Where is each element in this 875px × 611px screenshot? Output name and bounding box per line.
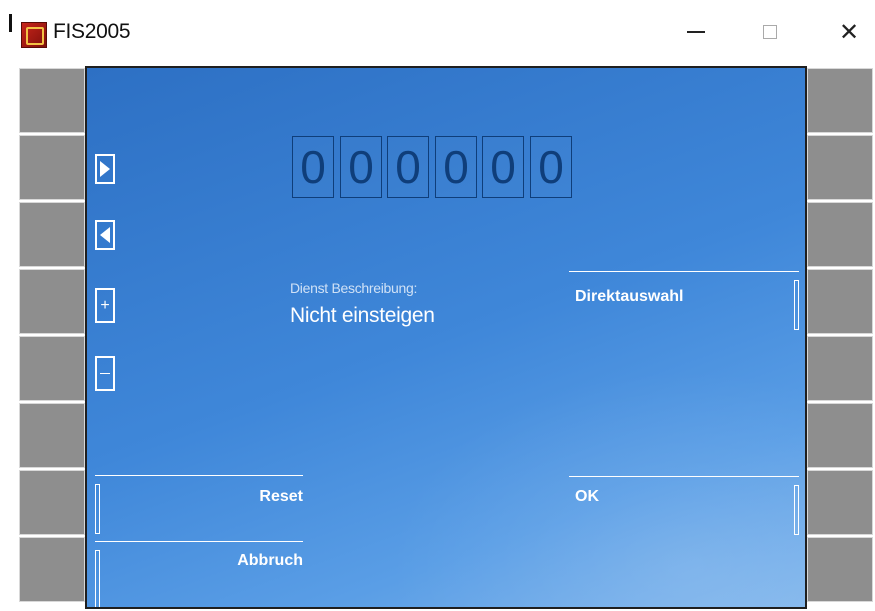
left-softkey-8[interactable] [19,537,85,602]
abbruch-button[interactable]: Abbruch [95,541,303,607]
right-softkey-4[interactable] [807,269,873,334]
left-softkey-6[interactable] [19,403,85,468]
left-softkey-column [19,68,87,611]
reset-button[interactable]: Reset [95,475,303,537]
button-edge-bar [794,485,799,535]
left-softkey-1[interactable] [19,68,85,133]
button-edge-bar [95,550,100,607]
minus-icon [100,373,110,374]
main-display-panel: + 0 0 0 0 0 0 Dienst Beschreibung: Nicht… [87,68,807,607]
button-edge-bar [794,280,799,330]
window-title: FIS2005 [53,20,131,43]
plus-icon: + [100,296,110,314]
decrement-button[interactable] [95,356,115,391]
left-softkey-3[interactable] [19,202,85,267]
left-softkey-7[interactable] [19,470,85,535]
app-icon [21,22,47,48]
button-edge-bar [95,484,100,534]
right-softkey-column [807,68,875,611]
digit-6[interactable]: 0 [530,136,572,198]
window-edge [9,14,12,32]
right-softkey-2[interactable] [807,135,873,200]
close-button[interactable]: ✕ [826,12,872,52]
service-description-label: Dienst Beschreibung: [290,280,418,296]
direktauswahl-label: Direktauswahl [575,288,684,305]
digit-3[interactable]: 0 [387,136,429,198]
ok-label: OK [575,488,599,505]
right-softkey-1[interactable] [807,68,873,133]
right-softkey-8[interactable] [807,537,873,602]
title-bar: FIS2005 ✕ [0,0,875,68]
right-softkey-7[interactable] [807,470,873,535]
triangle-left-icon [100,227,110,243]
minimize-icon [687,31,705,33]
digit-1[interactable]: 0 [292,136,334,198]
digit-5[interactable]: 0 [482,136,524,198]
next-button[interactable] [95,154,115,184]
previous-button[interactable] [95,220,115,250]
left-softkey-5[interactable] [19,336,85,401]
digit-2[interactable]: 0 [340,136,382,198]
increment-button[interactable]: + [95,288,115,323]
abbruch-label: Abbruch [237,552,303,569]
maximize-button[interactable] [747,12,793,52]
right-softkey-3[interactable] [807,202,873,267]
left-softkey-2[interactable] [19,135,85,200]
left-softkey-4[interactable] [19,269,85,334]
maximize-icon [763,25,777,39]
digit-4[interactable]: 0 [435,136,477,198]
service-description-value: Nicht einsteigen [290,304,435,327]
minimize-button[interactable] [673,12,719,52]
right-softkey-5[interactable] [807,336,873,401]
direktauswahl-button[interactable]: Direktauswahl [569,271,799,333]
triangle-right-icon [100,161,110,177]
close-icon: ✕ [838,18,860,46]
ok-button[interactable]: OK [569,476,799,538]
right-softkey-6[interactable] [807,403,873,468]
reset-label: Reset [259,488,303,505]
